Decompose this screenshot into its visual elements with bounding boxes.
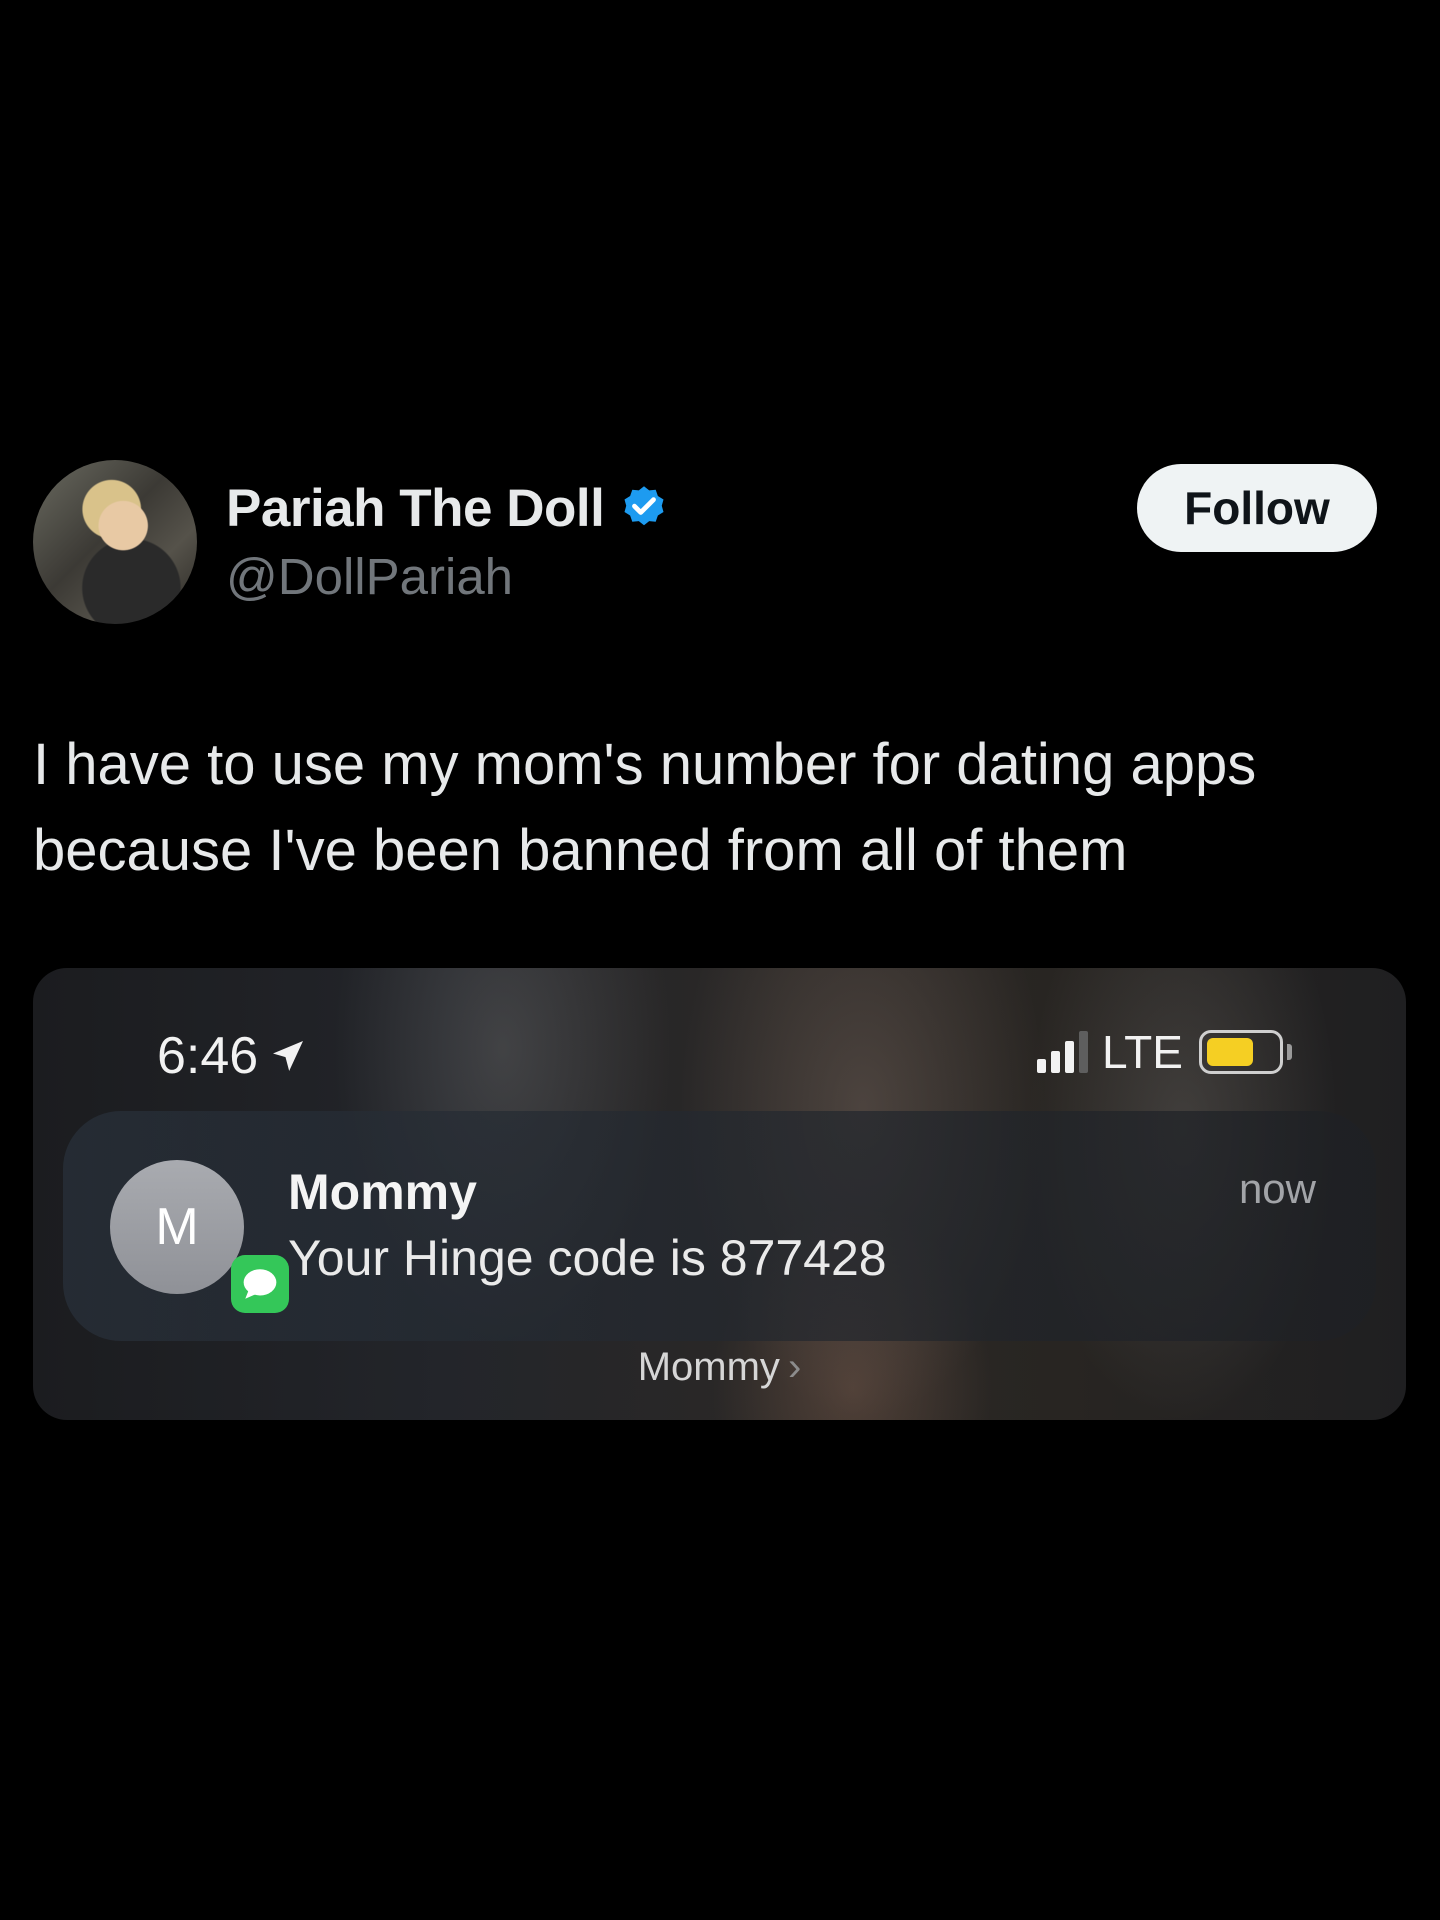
cellular-signal-icon	[1037, 1031, 1088, 1073]
author-name-row: Pariah The Doll	[226, 478, 670, 539]
author-avatar[interactable]	[33, 460, 197, 624]
status-time: 6:46	[157, 1026, 308, 1086]
location-arrow-icon	[273, 1041, 304, 1071]
notification-group-label: Mommy	[637, 1345, 780, 1389]
tweet-text: I have to use my mom's number for dating…	[33, 732, 1257, 883]
verified-badge-icon	[624, 485, 664, 525]
tweet: Pariah The Doll @DollPariah Follow I hav…	[0, 0, 1440, 1920]
network-type: LTE	[1102, 1026, 1183, 1078]
battery-icon	[1198, 1030, 1292, 1074]
status-indicators: LTE	[1037, 1026, 1292, 1078]
contact-avatar: M	[110, 1160, 244, 1294]
messages-icon	[231, 1255, 289, 1313]
tweet-media-screenshot[interactable]: 6:46 LTE M Mommy Your Hinge code is 8774…	[33, 968, 1406, 1420]
contact-avatar-letter: M	[155, 1198, 199, 1256]
notification-group-link[interactable]: Mommy ›	[33, 1345, 1406, 1390]
notification-message: Your Hinge code is 877428	[288, 1230, 887, 1286]
status-time-text: 6:46	[157, 1027, 259, 1085]
follow-button[interactable]: Follow	[1137, 464, 1377, 552]
author-display-name[interactable]: Pariah The Doll	[226, 478, 605, 539]
message-notification[interactable]: M Mommy Your Hinge code is 877428 now	[63, 1111, 1376, 1341]
notification-sender: Mommy	[288, 1164, 477, 1220]
notification-time: now	[1238, 1165, 1316, 1212]
chevron-right-icon: ›	[787, 1345, 802, 1389]
author-handle[interactable]: @DollPariah	[226, 547, 513, 606]
